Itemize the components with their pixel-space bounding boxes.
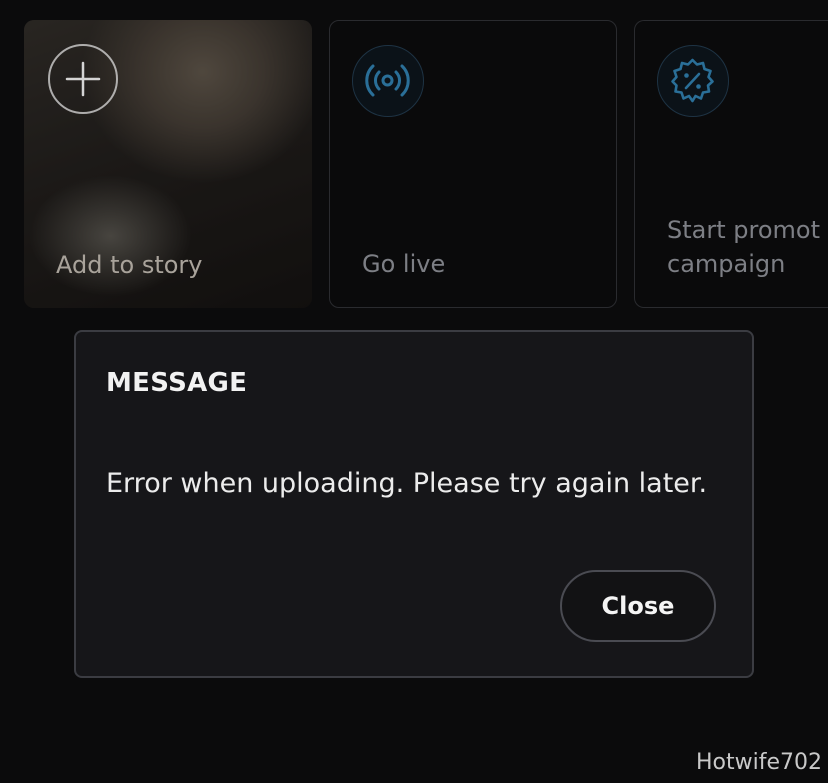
add-to-story-label: Add to story <box>56 251 203 279</box>
close-button[interactable]: Close <box>560 570 716 642</box>
dialog-message: Error when uploading. Please try again l… <box>106 468 708 499</box>
broadcast-icon <box>352 45 424 117</box>
watermark: Hotwife702 <box>695 750 822 775</box>
message-dialog: MESSAGE Error when uploading. Please try… <box>74 330 754 678</box>
go-live-label: Go live <box>362 250 446 278</box>
start-promo-campaign-card[interactable]: Start promot campaign <box>634 20 828 308</box>
go-live-card[interactable]: Go live <box>329 20 617 308</box>
dialog-title: MESSAGE <box>106 368 248 398</box>
create-options-row: Add to story Go live Start promot campai… <box>24 20 828 308</box>
start-promo-campaign-label: Start promot campaign <box>667 216 820 278</box>
add-to-story-card[interactable]: Add to story <box>24 20 312 308</box>
plus-icon <box>48 44 118 114</box>
page: Add to story Go live Start promot campai… <box>0 0 828 783</box>
discount-badge-icon <box>657 45 729 117</box>
